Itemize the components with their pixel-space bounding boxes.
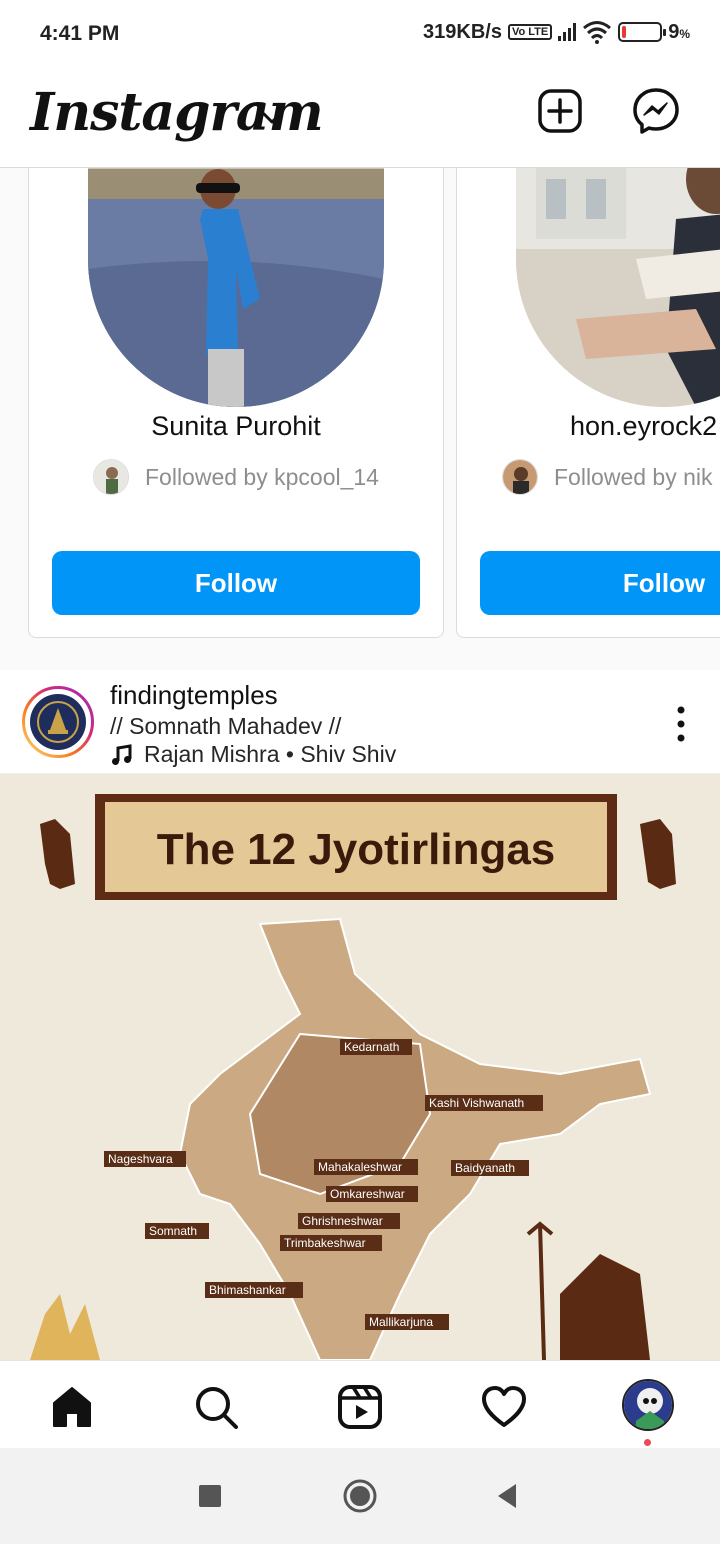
recent-apps-icon[interactable] — [190, 1476, 230, 1516]
svg-text:Kashi Vishwanath: Kashi Vishwanath — [429, 1096, 524, 1110]
reels-icon[interactable] — [336, 1383, 384, 1431]
suggested-username[interactable]: Sunita Purohit — [29, 411, 443, 442]
battery-icon — [618, 22, 667, 42]
suggested-accounts-carousel[interactable]: Sunita Purohit Followed by kpcool_14 Fol… — [0, 168, 720, 670]
notification-dot — [644, 1439, 651, 1446]
svg-text:Somnath: Somnath — [149, 1224, 197, 1238]
svg-text:Bhimashankar: Bhimashankar — [209, 1283, 286, 1297]
followed-by-info: Followed by kpcool_14 — [29, 459, 443, 495]
profile-avatar[interactable] — [622, 1379, 674, 1431]
back-icon[interactable] — [488, 1476, 528, 1516]
post-author-avatar[interactable] — [22, 686, 94, 758]
svg-text:Kedarnath: Kedarnath — [344, 1040, 399, 1054]
profile-photo[interactable] — [516, 168, 720, 407]
profile-photo[interactable] — [88, 168, 384, 407]
home-button-icon[interactable] — [340, 1476, 380, 1516]
map-label: Bhimashankar — [205, 1282, 303, 1298]
suggested-username[interactable]: hon.eyrock2 — [570, 411, 720, 442]
music-note-icon — [112, 743, 132, 765]
post-music-info[interactable]: Rajan Mishra • Shiv Shiv — [110, 741, 396, 768]
network-speed: 319KB/s — [423, 20, 502, 43]
signal-icon — [558, 23, 577, 41]
chevron-down-icon[interactable] — [258, 104, 286, 132]
map-label: Mallikarjuna — [365, 1314, 449, 1330]
map-label: Somnath — [145, 1223, 209, 1239]
messenger-icon[interactable] — [631, 86, 681, 136]
svg-text:Trimbakeshwar: Trimbakeshwar — [284, 1236, 366, 1250]
status-bar: 4:41 PM 319KB/s Vo LTE 9% — [0, 0, 720, 68]
post-header: findingtemples // Somnath Mahadev // Raj… — [0, 670, 720, 774]
suggestion-card[interactable]: Sunita Purohit Followed by kpcool_14 Fol… — [28, 168, 444, 638]
map-label: Omkareshwar — [326, 1186, 418, 1202]
map-label: Nageshvara — [104, 1151, 186, 1167]
followed-by-text: Followed by kpcool_14 — [145, 463, 379, 490]
map-label: Trimbakeshwar — [280, 1235, 382, 1251]
svg-text:Mahakaleshwar: Mahakaleshwar — [318, 1160, 402, 1174]
map-label: Kashi Vishwanath — [425, 1095, 543, 1111]
post-location[interactable]: // Somnath Mahadev // — [110, 713, 341, 740]
system-navigation-bar — [0, 1448, 720, 1544]
svg-text:Omkareshwar: Omkareshwar — [330, 1187, 405, 1201]
app-header: Instagram — [0, 68, 720, 168]
svg-text:Nageshvara: Nageshvara — [108, 1152, 173, 1166]
bottom-nav — [0, 1360, 720, 1448]
status-time: 4:41 PM — [40, 22, 120, 45]
battery-level: 9% — [668, 20, 690, 43]
map-label: Baidyanath — [451, 1160, 529, 1176]
home-icon[interactable] — [48, 1383, 96, 1431]
svg-text:Baidyanath: Baidyanath — [455, 1161, 515, 1175]
image-title: The 12 Jyotirlingas — [157, 825, 556, 874]
activity-heart-icon[interactable] — [480, 1383, 528, 1431]
music-track[interactable]: Rajan Mishra • Shiv Shiv — [144, 741, 396, 768]
map-label: Ghrishneshwar — [298, 1213, 400, 1229]
volte-icon: Vo LTE — [507, 24, 553, 40]
new-post-icon[interactable] — [535, 86, 585, 136]
mutual-follower-avatar — [93, 459, 129, 495]
follow-button[interactable]: Follow — [480, 551, 720, 615]
post-image[interactable]: The 12 Jyotirlingas Kedarnath Kashi Vish… — [0, 774, 720, 1360]
followed-by-text: Followed by nik — [554, 463, 713, 490]
svg-text:Mallikarjuna: Mallikarjuna — [369, 1315, 433, 1329]
status-indicators: 319KB/s Vo LTE 9% — [423, 20, 690, 44]
suggestion-card[interactable]: hon.eyrock2 Followed by nik Follow — [456, 168, 720, 638]
map-label: Mahakaleshwar — [314, 1159, 418, 1175]
search-icon[interactable] — [192, 1383, 240, 1431]
wifi-icon — [583, 21, 612, 44]
followed-by-info: Followed by nik — [457, 459, 720, 495]
svg-text:Ghrishneshwar: Ghrishneshwar — [302, 1214, 383, 1228]
map-label: Kedarnath — [340, 1039, 412, 1055]
mutual-follower-avatar — [502, 459, 538, 495]
follow-button[interactable]: Follow — [52, 551, 420, 615]
more-options-icon[interactable] — [676, 704, 686, 744]
post-username[interactable]: findingtemples — [110, 680, 278, 711]
